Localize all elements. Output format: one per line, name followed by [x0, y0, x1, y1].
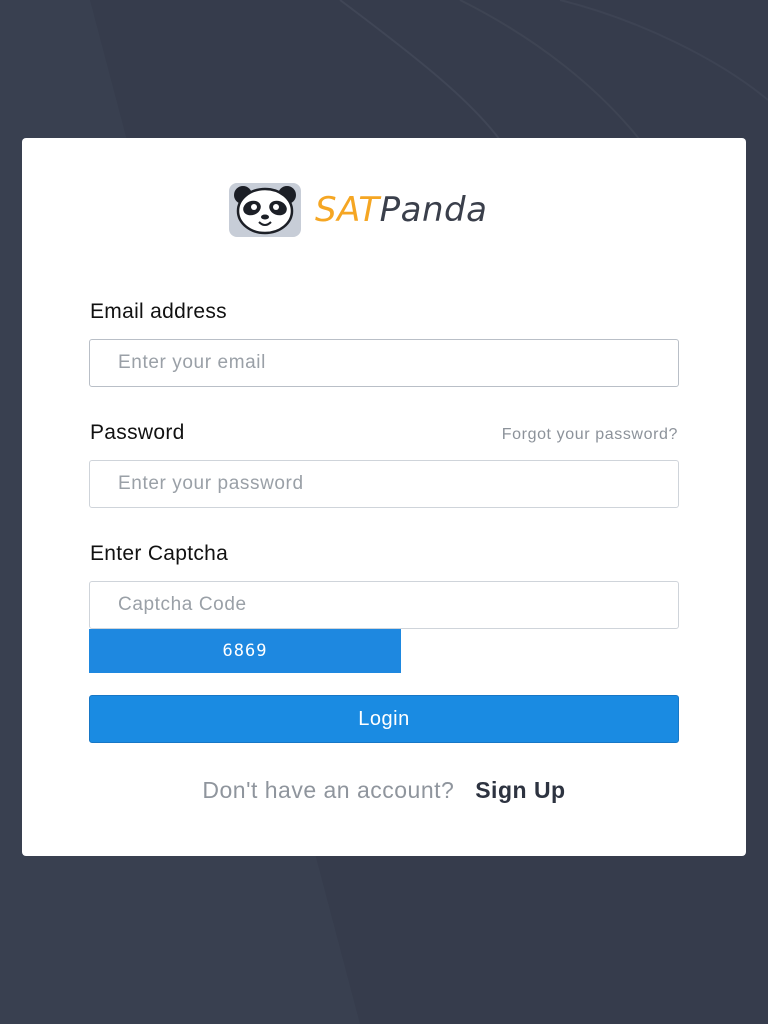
password-label: Password: [90, 421, 185, 444]
login-card: SATPanda Email address Password Forgot y…: [22, 138, 746, 856]
captcha-image: 6869: [89, 629, 401, 673]
email-field[interactable]: [89, 339, 679, 387]
brand-name: SATPanda: [315, 193, 487, 227]
signup-row: Don't have an account? Sign Up: [22, 777, 746, 804]
panda-icon: [229, 183, 301, 237]
signup-question: Don't have an account?: [202, 777, 455, 803]
email-label: Email address: [90, 300, 227, 323]
captcha-field[interactable]: [89, 581, 679, 629]
brand-logo[interactable]: SATPanda: [227, 182, 547, 238]
login-button[interactable]: Login: [89, 695, 679, 743]
brand-name-sat: SAT: [315, 190, 380, 230]
brand-name-panda: Panda: [379, 190, 488, 230]
forgot-password-link[interactable]: Forgot your password?: [502, 426, 678, 444]
signup-link[interactable]: Sign Up: [475, 777, 565, 803]
password-field[interactable]: [89, 460, 679, 508]
captcha-label: Enter Captcha: [90, 542, 229, 565]
